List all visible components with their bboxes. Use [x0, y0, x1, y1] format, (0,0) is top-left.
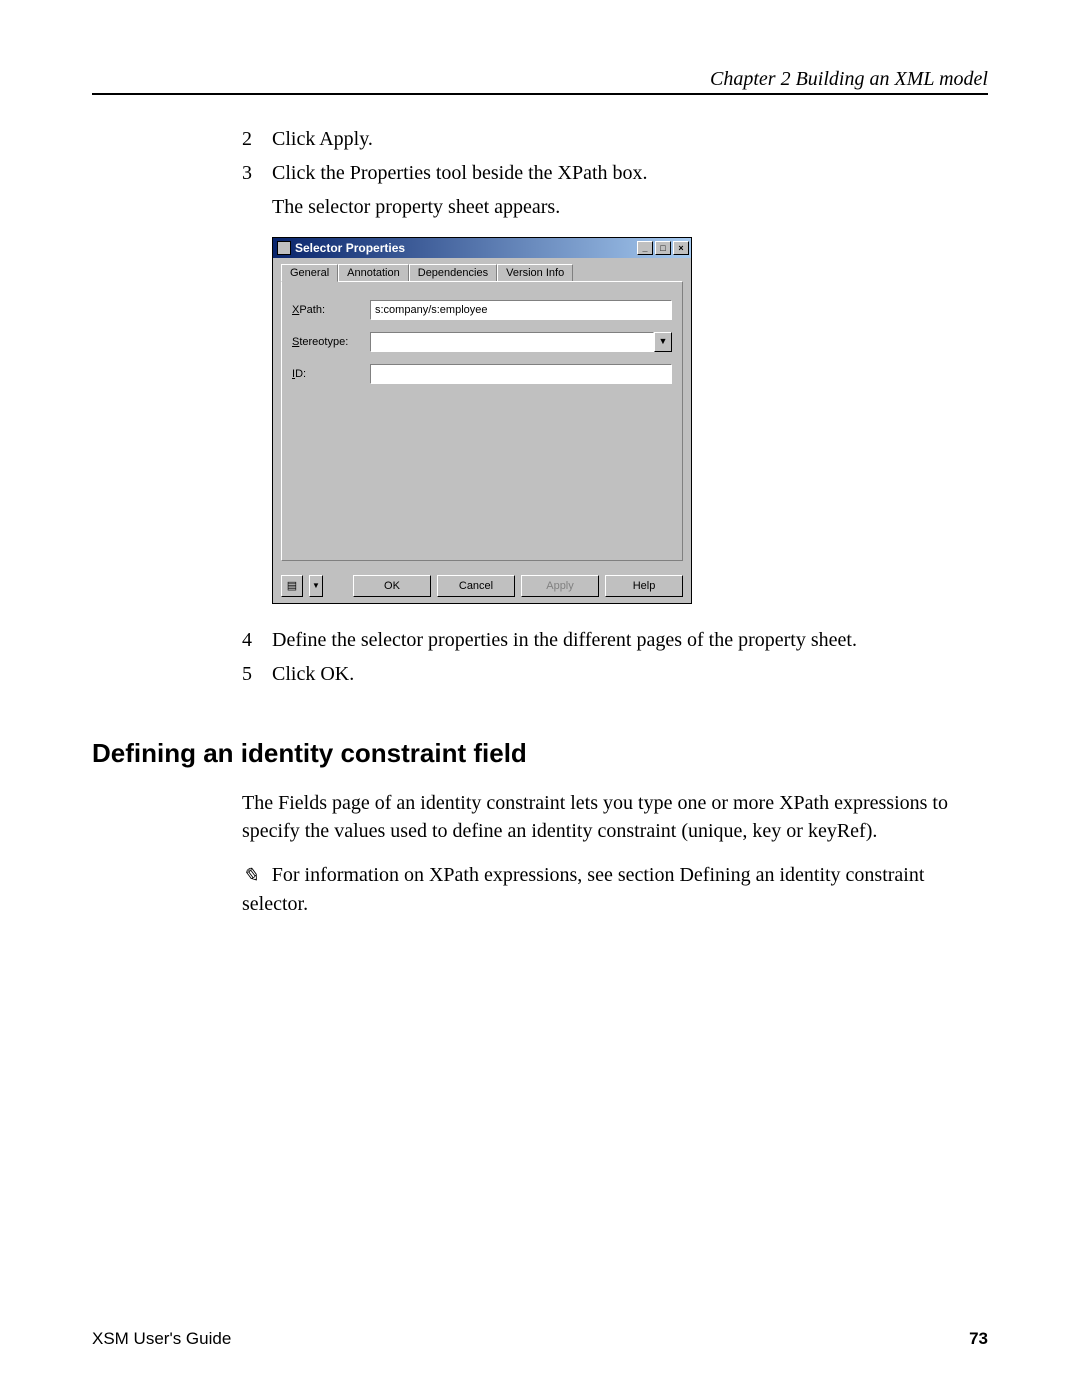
help-button[interactable]: Help [605, 575, 683, 597]
footer-page-number: 73 [969, 1329, 988, 1349]
step-number: 4 [242, 626, 272, 654]
menu-dropdown-button[interactable]: ▼ [309, 575, 323, 597]
step-text: Click OK. [272, 660, 988, 688]
page-header: Chapter 2 Building an XML model [92, 68, 988, 95]
step-text: Click the Properties tool beside the XPa… [272, 159, 988, 187]
id-label: ID: [292, 368, 370, 380]
stereotype-dropdown-button[interactable]: ▼ [654, 332, 672, 352]
step-number: 3 [242, 159, 272, 187]
section-paragraph-note: ✎ For information on XPath expressions, … [242, 861, 988, 918]
dialog-icon [277, 241, 291, 255]
xpath-label: XPath: [292, 304, 370, 316]
ok-button[interactable]: OK [353, 575, 431, 597]
dialog-titlebar: Selector Properties _ □ × [273, 238, 691, 258]
stereotype-label: Stereotype: [292, 336, 370, 348]
tab-annotation[interactable]: Annotation [338, 264, 409, 281]
maximize-button[interactable]: □ [655, 241, 671, 255]
section-paragraph-1: The Fields page of an identity constrain… [242, 789, 988, 845]
minimize-button[interactable]: _ [637, 241, 653, 255]
page-footer: XSM User's Guide 73 [92, 1329, 988, 1349]
step-number: 5 [242, 660, 272, 688]
apply-button[interactable]: Apply [521, 575, 599, 597]
stereotype-input[interactable] [370, 332, 654, 352]
close-button[interactable]: × [673, 241, 689, 255]
dialog-title: Selector Properties [295, 241, 635, 255]
selector-properties-dialog: Selector Properties _ □ × General Annota… [272, 237, 692, 604]
note-text: For information on XPath expressions, se… [242, 864, 924, 915]
tab-version-info[interactable]: Version Info [497, 264, 573, 281]
step-4: 4 Define the selector properties in the … [242, 626, 988, 654]
dialog-tabs: General Annotation Dependencies Version … [273, 258, 691, 281]
footer-guide-name: XSM User's Guide [92, 1329, 231, 1349]
cancel-button[interactable]: Cancel [437, 575, 515, 597]
step-number: 2 [242, 125, 272, 153]
id-input[interactable] [370, 364, 672, 384]
step-text: Click Apply. [272, 125, 988, 153]
step-subtext: The selector property sheet appears. [272, 193, 988, 221]
step-5: 5 Click OK. [242, 660, 988, 688]
menu-icon-button[interactable]: ▤ [281, 575, 303, 597]
chapter-title: Chapter 2 Building an XML model [710, 68, 988, 90]
tab-panel-general: XPath: Stereotype: ▼ ID: [281, 281, 683, 561]
step-2: 2 Click Apply. [242, 125, 988, 153]
xpath-input[interactable] [370, 300, 672, 320]
tab-dependencies[interactable]: Dependencies [409, 264, 497, 281]
step-3: 3 Click the Properties tool beside the X… [242, 159, 988, 187]
note-icon: ✎ [242, 862, 259, 890]
section-heading: Defining an identity constraint field [92, 738, 988, 769]
step-text: Define the selector properties in the di… [272, 626, 988, 654]
dialog-footer: ▤ ▼ OK Cancel Apply Help [273, 569, 691, 603]
tab-general[interactable]: General [281, 264, 338, 282]
